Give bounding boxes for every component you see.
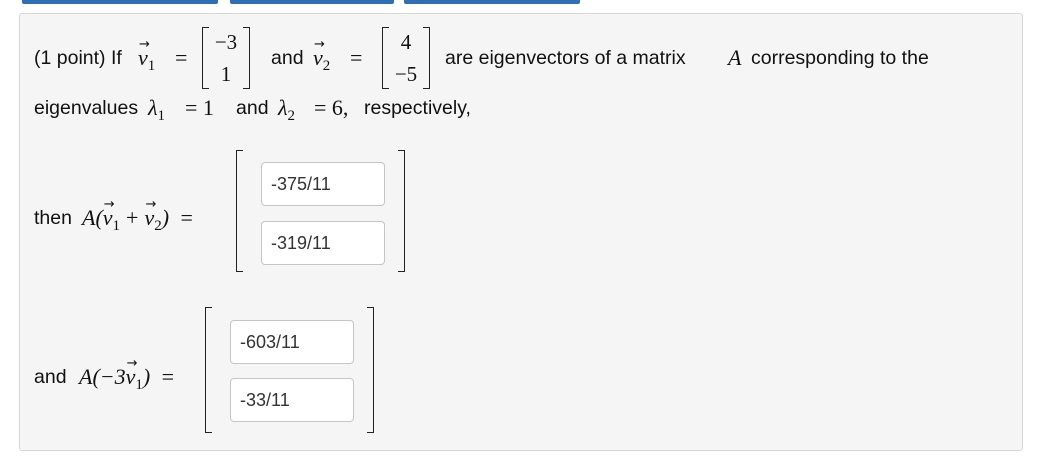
lambda1-label: λ1	[148, 95, 166, 124]
problem-points-label: (1 point) If	[34, 47, 122, 69]
answer-input-4[interactable]	[230, 378, 354, 422]
nav-tab-1[interactable]	[22, 0, 218, 4]
v1-entry-2: 1	[220, 62, 232, 86]
answer-input-2[interactable]	[261, 221, 385, 265]
lambda2-value: = 6,	[314, 95, 349, 120]
problem-text-b: corresponding to the	[751, 47, 929, 69]
v1-entry-1: −3	[214, 30, 238, 54]
lambda1-value: = 1	[185, 95, 214, 120]
problem-text-a: are eigenvectors of a matrix	[445, 47, 686, 69]
and-text: and	[271, 47, 304, 69]
nav-tab-2[interactable]	[230, 0, 394, 4]
v1-label: → v1	[138, 37, 156, 74]
v2-entry-2: −5	[394, 62, 418, 86]
then-text: then	[34, 207, 72, 229]
equals-sign: =	[350, 45, 363, 70]
answer-input-3[interactable]	[230, 320, 354, 364]
answer-input-1[interactable]	[261, 162, 385, 206]
nav-tab-3[interactable]	[404, 0, 580, 4]
v2-vector: 4 −5	[382, 27, 430, 89]
lambda2-label: λ2	[278, 95, 296, 124]
eigenvalues-text: eigenvalues	[34, 97, 139, 119]
v1-vector: −3 1	[202, 27, 250, 89]
respectively-text: respectively,	[364, 97, 471, 119]
part2-expression: A(−3 → v1) =	[79, 356, 175, 393]
part1-expression: A(→ v1 + → v2) =	[82, 197, 193, 234]
and-text: and	[236, 97, 269, 119]
matrix-a-symbol: A	[728, 45, 742, 70]
equals-sign: =	[175, 45, 188, 70]
v2-entry-1: 4	[400, 30, 412, 54]
v2-label: → v2	[313, 37, 331, 74]
and-text: and	[34, 366, 67, 388]
